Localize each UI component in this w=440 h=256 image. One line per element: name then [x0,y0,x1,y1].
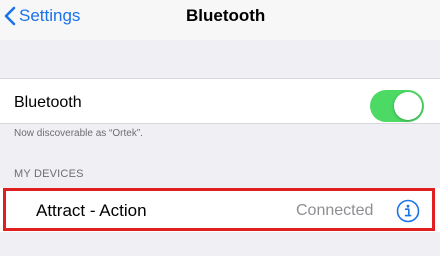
bluetooth-label: Bluetooth [14,94,82,111]
my-devices-header: MY DEVICES [14,168,84,180]
device-name: Attract - Action [36,201,147,220]
divider [0,78,440,79]
navigation-bar: Settings Bluetooth [0,0,440,40]
discoverable-note: Now discoverable as “Ortek”. [14,128,143,139]
device-status: Connected [296,202,374,219]
bluetooth-row: Bluetooth [0,78,440,124]
info-icon[interactable] [396,199,420,223]
toggle-knob [394,92,422,120]
page-title: Bluetooth [186,6,266,25]
divider [0,123,440,124]
device-row[interactable]: Attract - Action Connected [0,188,440,232]
bluetooth-toggle[interactable] [370,90,424,122]
back-button-label: Settings [19,6,81,25]
chevron-left-icon [4,6,16,26]
back-button[interactable]: Settings [4,3,80,29]
